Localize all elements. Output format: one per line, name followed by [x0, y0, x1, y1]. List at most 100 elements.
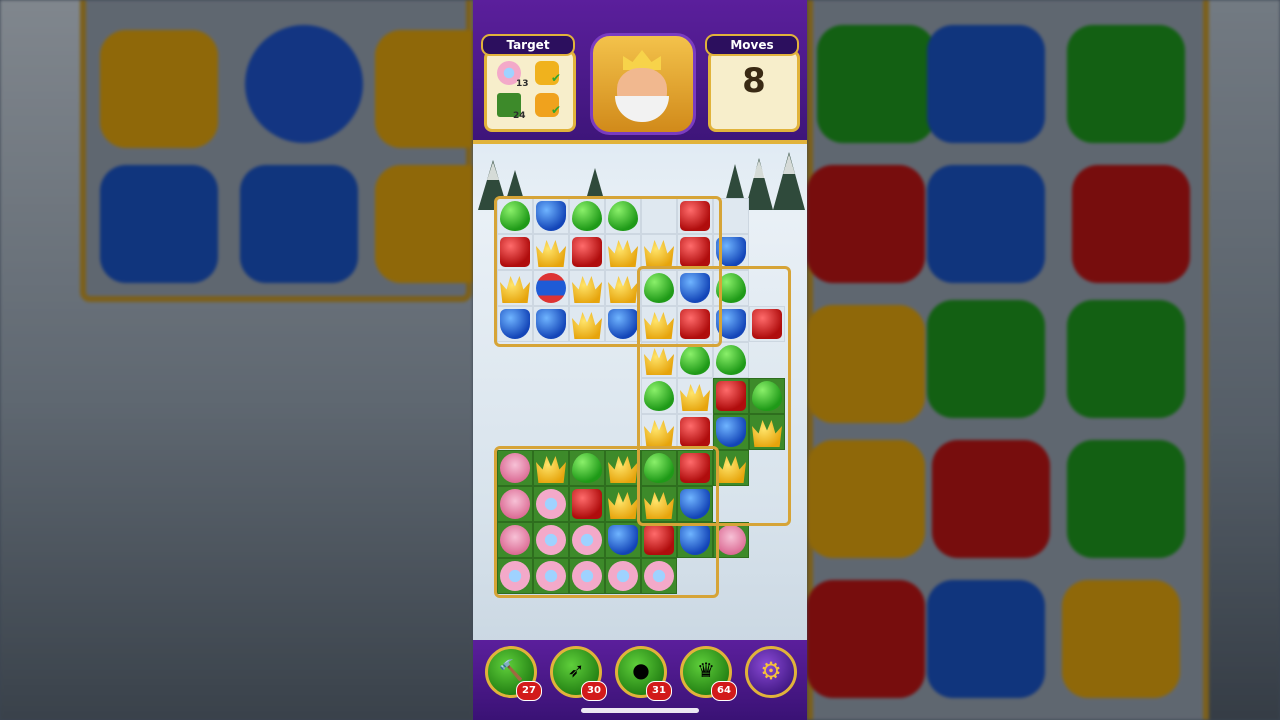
- background-box-piece: [807, 165, 925, 283]
- clam-piece[interactable]: [500, 453, 530, 483]
- cannon-booster[interactable]: ● 31: [615, 646, 672, 701]
- background-crown-piece: [100, 30, 218, 148]
- background-leaf-piece: [1067, 25, 1185, 143]
- board-cell[interactable]: [713, 198, 749, 234]
- red-box-piece[interactable]: [680, 237, 710, 267]
- red-box-piece[interactable]: [572, 489, 602, 519]
- moves-panel: 8: [708, 50, 800, 132]
- clam-piece[interactable]: [716, 525, 746, 555]
- shell-piece[interactable]: [536, 525, 566, 555]
- moves-title: Moves: [705, 34, 799, 56]
- hammer-booster[interactable]: 🔨 27: [485, 646, 542, 701]
- background-lantern-piece: [245, 25, 363, 143]
- shell-piece[interactable]: [536, 489, 566, 519]
- check-icon: ✔: [551, 71, 562, 85]
- game-screen: 13 ✔ 24 ✔ Target 8 Moves 🔨 27 ➶ 30 ● 31 …: [473, 0, 807, 720]
- red-box-piece[interactable]: [572, 237, 602, 267]
- crown-icon: [623, 50, 661, 70]
- leaf-piece[interactable]: [680, 345, 710, 375]
- shield-piece[interactable]: [716, 417, 746, 447]
- red-box-piece[interactable]: [680, 309, 710, 339]
- shield-piece[interactable]: [608, 309, 638, 339]
- background-leaf-piece: [1067, 440, 1185, 558]
- background-crown-piece: [1062, 580, 1180, 698]
- red-box-piece[interactable]: [716, 381, 746, 411]
- shield-piece[interactable]: [500, 309, 530, 339]
- king-beard: [615, 96, 669, 122]
- top-hud: 13 ✔ 24 ✔ Target 8 Moves: [473, 0, 807, 144]
- background-leaf-piece: [927, 300, 1045, 418]
- red-box-piece[interactable]: [680, 417, 710, 447]
- background-leaf-piece: [1067, 300, 1185, 418]
- background-left-blur: [0, 0, 473, 720]
- gear-icon: ⚙: [760, 657, 782, 685]
- hammer-icon: 🔨: [498, 658, 524, 682]
- red-box-piece[interactable]: [680, 453, 710, 483]
- red-box-piece[interactable]: [500, 237, 530, 267]
- board-cell[interactable]: [641, 198, 677, 234]
- leaf-piece[interactable]: [752, 381, 782, 411]
- background-crown-piece: [807, 440, 925, 558]
- red-box-piece[interactable]: [752, 309, 782, 339]
- clam-piece[interactable]: [500, 489, 530, 519]
- red-box-piece[interactable]: [644, 525, 674, 555]
- target-grass-count: 24: [513, 111, 526, 121]
- check-icon: ✔: [551, 103, 562, 117]
- cannon-icon: ●: [632, 658, 650, 682]
- background-shield-piece: [927, 165, 1045, 283]
- background-leaf-piece: [817, 25, 935, 143]
- background-crown-piece: [807, 305, 925, 423]
- background-shield-piece: [240, 165, 358, 283]
- background-shield-piece: [100, 165, 218, 283]
- target-title: Target: [481, 34, 575, 56]
- shell-piece[interactable]: [608, 561, 638, 591]
- shield-piece[interactable]: [608, 525, 638, 555]
- shell-piece[interactable]: [572, 561, 602, 591]
- leaf-piece[interactable]: [572, 201, 602, 231]
- leaf-piece[interactable]: [608, 201, 638, 231]
- leaf-piece[interactable]: [644, 273, 674, 303]
- target-shell-count: 13: [516, 79, 529, 89]
- background-box-piece: [1072, 165, 1190, 283]
- home-indicator[interactable]: [581, 708, 699, 713]
- shield-piece[interactable]: [536, 201, 566, 231]
- cannon-booster-count: 31: [646, 681, 672, 701]
- shield-piece[interactable]: [680, 489, 710, 519]
- shield-piece[interactable]: [680, 525, 710, 555]
- shield-piece[interactable]: [680, 273, 710, 303]
- moves-count: 8: [742, 61, 766, 101]
- shell-piece[interactable]: [536, 561, 566, 591]
- jester-booster[interactable]: ♛ 64: [680, 646, 737, 701]
- background-shield-piece: [927, 580, 1045, 698]
- shield-piece[interactable]: [716, 237, 746, 267]
- arrow-booster-count: 30: [581, 681, 607, 701]
- clam-piece[interactable]: [500, 525, 530, 555]
- lantern-piece[interactable]: [536, 273, 566, 303]
- background-right-blur: [807, 0, 1280, 720]
- leaf-piece[interactable]: [572, 453, 602, 483]
- background-box-piece: [807, 580, 925, 698]
- shell-piece[interactable]: [644, 561, 674, 591]
- leaf-piece[interactable]: [644, 453, 674, 483]
- jester-booster-count: 64: [711, 681, 737, 701]
- shell-piece[interactable]: [572, 525, 602, 555]
- background-crown-piece: [375, 165, 473, 283]
- king-avatar-icon: [590, 33, 696, 135]
- settings-button[interactable]: ⚙: [745, 646, 797, 698]
- shell-piece[interactable]: [500, 561, 530, 591]
- target-panel: 13 ✔ 24 ✔: [484, 50, 576, 132]
- background-shield-piece: [927, 25, 1045, 143]
- leaf-piece[interactable]: [644, 381, 674, 411]
- arrow-icon: ➶: [567, 658, 585, 682]
- arrow-booster[interactable]: ➶ 30: [550, 646, 607, 701]
- leaf-piece[interactable]: [500, 201, 530, 231]
- jester-hat-icon: ♛: [697, 658, 715, 682]
- background-box-piece: [932, 440, 1050, 558]
- leaf-piece[interactable]: [716, 273, 746, 303]
- background-crown-piece: [375, 30, 473, 148]
- red-box-piece[interactable]: [680, 201, 710, 231]
- shield-piece[interactable]: [716, 309, 746, 339]
- shield-piece[interactable]: [536, 309, 566, 339]
- hammer-booster-count: 27: [516, 681, 542, 701]
- leaf-piece[interactable]: [716, 345, 746, 375]
